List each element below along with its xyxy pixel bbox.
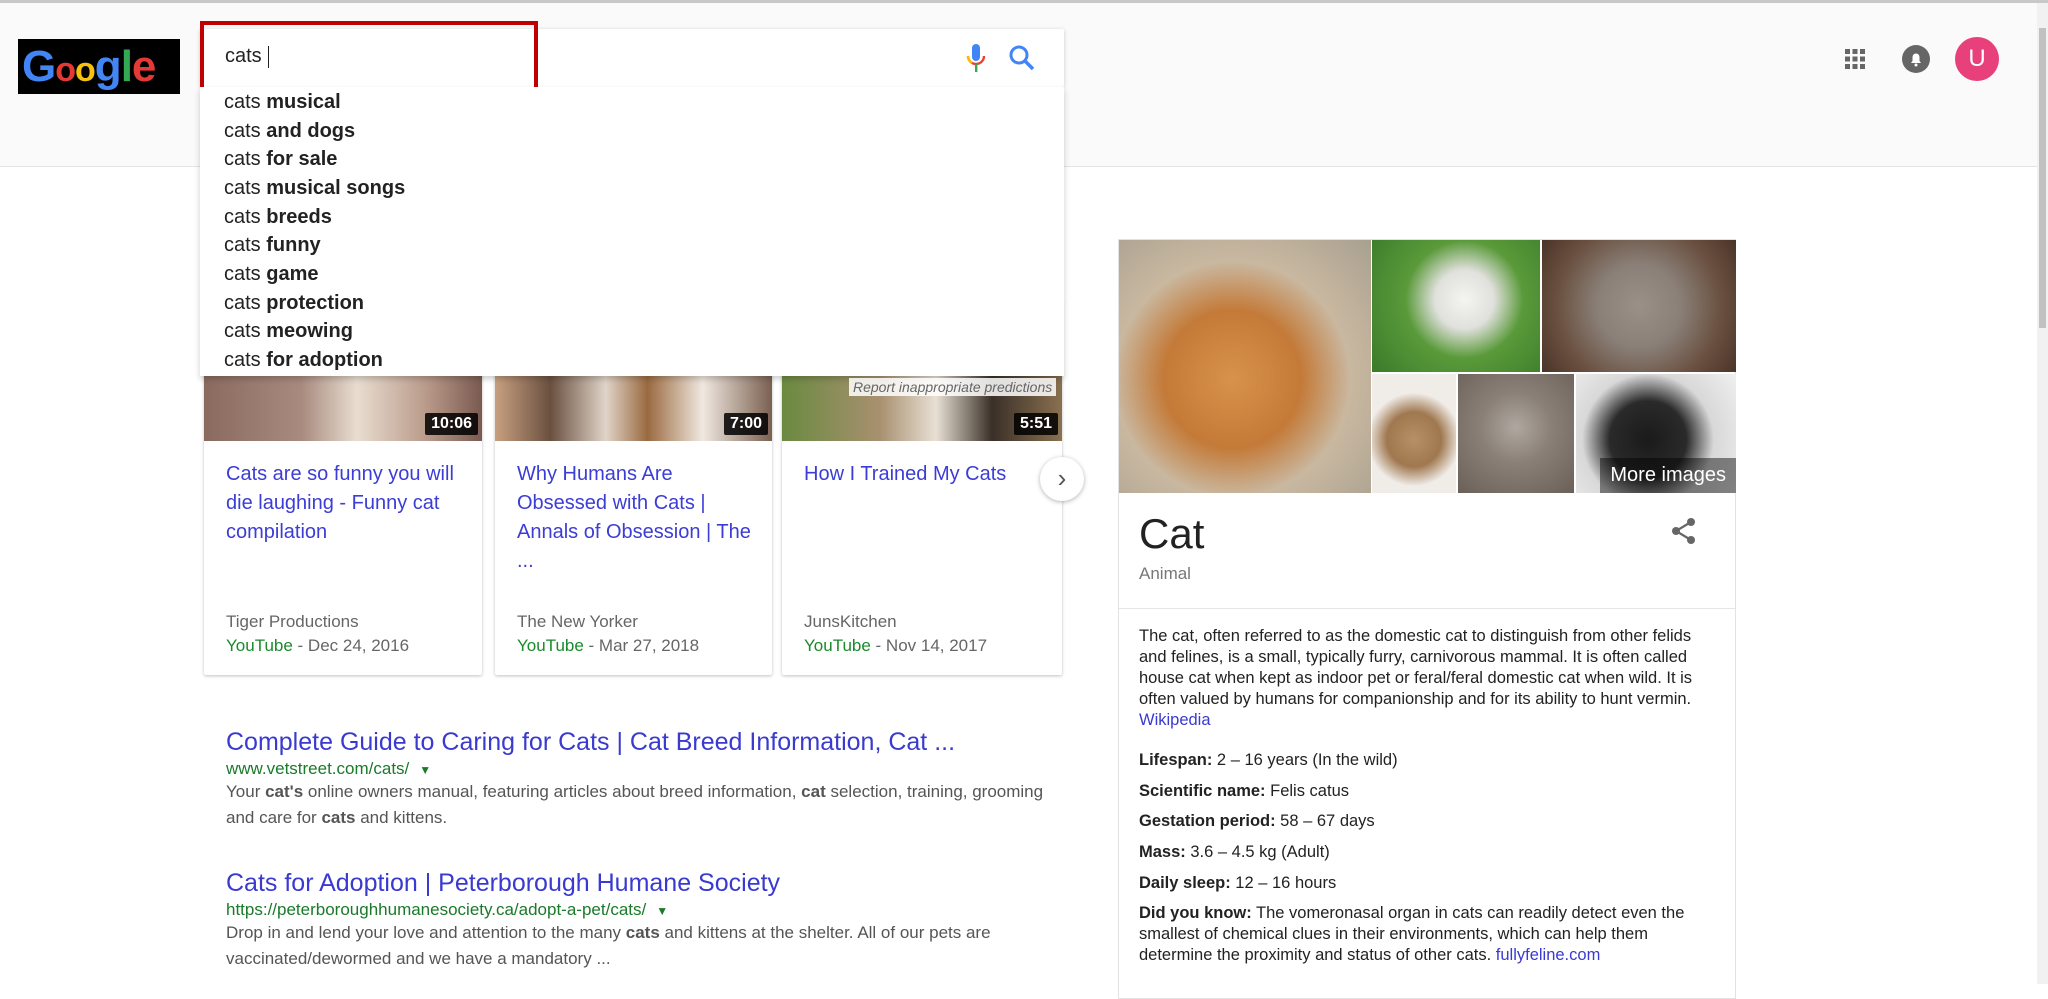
result-title-link[interactable]: Complete Guide to Caring for Cats | Cat … [226, 728, 1046, 757]
suggestion-item[interactable]: cats meowing [224, 317, 353, 345]
cat-image[interactable] [1458, 374, 1574, 493]
search-icon[interactable] [1008, 44, 1036, 72]
chevron-right-icon: › [1057, 463, 1067, 493]
fact-scientific-name: Scientific name: Felis catus [1139, 782, 1349, 800]
report-predictions-link[interactable]: Report inappropriate predictions [849, 378, 1057, 396]
video-meta: YouTube - Dec 24, 2016 [226, 636, 410, 655]
suggestion-item[interactable]: cats breeds [224, 203, 332, 231]
fact-did-you-know: Did you know: The vomeronasal organ in c… [1139, 904, 1685, 964]
logo-letter: e [131, 42, 157, 91]
suggestion-item[interactable]: cats protection [224, 289, 364, 317]
avatar[interactable]: U [1955, 37, 1999, 81]
entity-title: Cat [1139, 510, 1205, 557]
cat-image[interactable] [1119, 240, 1371, 493]
suggestion-item[interactable]: cats game [224, 260, 319, 288]
video-meta: YouTube - Nov 14, 2017 [804, 636, 988, 655]
entity-subtitle: Animal [1139, 564, 1191, 583]
suggestion-item[interactable]: cats and dogs [224, 117, 355, 145]
cat-image[interactable] [1542, 240, 1736, 372]
autocomplete-dropdown: cats musical cats and dogs cats for sale… [200, 87, 1064, 376]
scrollbar-thumb[interactable] [2039, 28, 2046, 328]
fullyfeline-link[interactable]: fullyfeline.com [1496, 946, 1601, 964]
video-source: Tiger Productions [226, 612, 359, 631]
result-snippet: Your cat's online owners manual, featuri… [226, 782, 1044, 827]
caret-down-icon[interactable]: ▼ [419, 763, 431, 777]
fact-gestation: Gestation period: 58 – 67 days [1139, 812, 1375, 830]
apps-grid-icon[interactable] [1836, 40, 1874, 78]
knowledge-panel: More images Cat Animal The cat, often re… [1118, 239, 1736, 999]
fact-mass: Mass: 3.6 – 4.5 kg (Adult) [1139, 843, 1330, 861]
bell-icon[interactable] [1897, 40, 1935, 78]
caret-down-icon[interactable]: ▼ [656, 904, 668, 918]
suggestion-item[interactable]: cats for adoption [224, 346, 383, 374]
share-icon[interactable] [1669, 516, 1699, 546]
search-result: Cats for Adoption | Peterborough Humane … [226, 869, 1046, 972]
video-source: JunsKitchen [804, 612, 897, 631]
carousel-next-button[interactable]: › [1040, 457, 1084, 501]
video-title-link[interactable]: How I Trained My Cats [804, 460, 1044, 489]
entity-description: The cat, often referred to as the domest… [1139, 627, 1693, 729]
fact-daily-sleep: Daily sleep: 12 – 16 hours [1139, 874, 1337, 892]
logo-letter: o [55, 51, 76, 89]
result-snippet: Drop in and lend your love and attention… [226, 923, 991, 968]
video-duration: 5:51 [1013, 413, 1058, 435]
logo-letter: l [120, 42, 133, 91]
video-title-link[interactable]: Why Humans Are Obsessed with Cats | Anna… [517, 460, 757, 576]
fact-lifespan: Lifespan: 2 – 16 years (In the wild) [1139, 751, 1398, 769]
video-source: The New Yorker [517, 612, 638, 631]
logo-letter: o [75, 51, 96, 89]
logo-letter: G [22, 42, 56, 91]
cat-image[interactable] [1372, 240, 1540, 372]
google-doodle-logo[interactable]: Google [18, 39, 180, 94]
result-title-link[interactable]: Cats for Adoption | Peterborough Humane … [226, 869, 1046, 898]
more-images-button[interactable]: More images [1600, 458, 1736, 493]
video-title-link[interactable]: Cats are so funny you will die laughing … [226, 460, 466, 547]
result-url: https://peterboroughhumanesociety.ca/ado… [226, 900, 669, 919]
video-duration: 7:00 [723, 413, 768, 435]
cat-image[interactable] [1372, 374, 1456, 493]
suggestion-item[interactable]: cats for sale [224, 145, 337, 173]
search-result: Complete Guide to Caring for Cats | Cat … [226, 728, 1046, 831]
suggestion-item[interactable]: cats funny [224, 231, 321, 259]
result-url: www.vetstreet.com/cats/▼ [226, 759, 432, 778]
logo-letter: g [94, 42, 122, 91]
wikipedia-link[interactable]: Wikipedia [1139, 711, 1211, 729]
video-duration: 10:06 [425, 413, 478, 435]
suggestion-item[interactable]: cats musical songs [224, 174, 405, 202]
mic-icon[interactable] [965, 43, 987, 75]
video-meta: YouTube - Mar 27, 2018 [517, 636, 700, 655]
suggestion-item[interactable]: cats musical [224, 88, 341, 116]
cat-image[interactable]: More images [1576, 374, 1736, 493]
highlight-annotation-box [200, 21, 538, 91]
divider [1119, 608, 1735, 609]
